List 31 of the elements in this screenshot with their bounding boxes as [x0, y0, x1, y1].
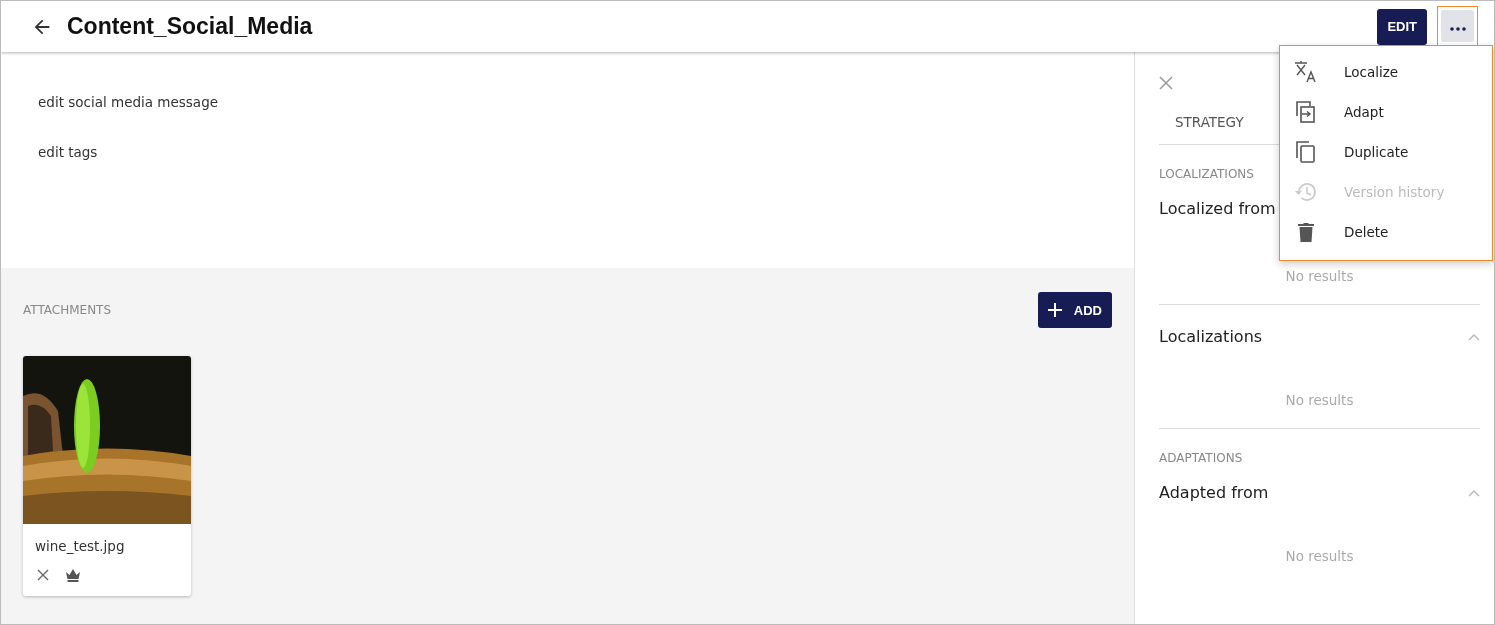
section-title: Adapted from — [1159, 483, 1269, 502]
plus-icon — [1047, 303, 1062, 317]
add-button[interactable]: ADD — [1037, 292, 1112, 328]
more-icon — [1449, 27, 1466, 31]
file-name: wine_test.jpg — [34, 537, 126, 556]
adapt-icon — [1294, 101, 1318, 123]
chevron-icon[interactable] — [1468, 332, 1480, 341]
content-link[interactable]: edit social media message — [38, 94, 1097, 110]
page-title: Content_Social_Media — [67, 13, 313, 40]
section-heading: LOCALIZATIONS — [1159, 167, 1255, 181]
menu-item[interactable]: Localize — [1280, 52, 1492, 92]
menu-item[interactable]: Delete — [1280, 212, 1492, 252]
crown-icon[interactable] — [65, 568, 81, 582]
empty-message: No results — [1284, 268, 1355, 284]
empty-message: No results — [1284, 548, 1355, 564]
menu-item[interactable]: Adapt — [1280, 92, 1492, 132]
history-icon — [1294, 182, 1318, 202]
menu-item[interactable]: Duplicate — [1280, 132, 1492, 172]
section-title: Localizations — [1159, 327, 1263, 346]
section-heading: ADAPTATIONS — [1159, 451, 1244, 465]
copy-icon — [1294, 141, 1318, 163]
translate-icon — [1294, 61, 1318, 83]
chevron-icon[interactable] — [1468, 488, 1480, 497]
empty-message: No results — [1284, 392, 1355, 408]
edit-button[interactable]: EDIT — [1377, 8, 1427, 45]
panel-tab[interactable]: STRATEGY — [1159, 104, 1260, 144]
section-title: Localized from — [1159, 199, 1276, 218]
close-icon[interactable] — [37, 569, 49, 581]
content-link[interactable]: edit tags — [38, 144, 1097, 160]
close-icon[interactable] — [1159, 76, 1173, 90]
section-heading: ATTACHMENTS — [23, 303, 112, 317]
